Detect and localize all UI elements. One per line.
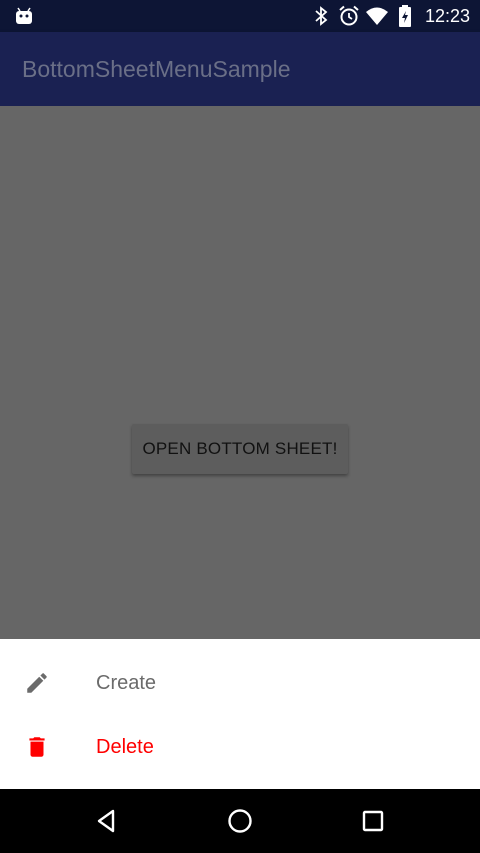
android-icon xyxy=(16,7,32,24)
status-time: 12:23 xyxy=(424,5,470,26)
menu-item-create-label: Create xyxy=(96,671,157,694)
wifi-icon xyxy=(365,7,388,25)
status-bar: 12:23 xyxy=(0,0,480,32)
battery-icon xyxy=(398,5,411,27)
menu-item-delete[interactable]: Delete xyxy=(0,715,480,779)
recent-apps-icon[interactable] xyxy=(359,807,387,835)
back-icon[interactable] xyxy=(93,807,121,835)
menu-item-delete-label: Delete xyxy=(96,735,154,758)
app-bar: BottomSheetMenuSample xyxy=(0,32,480,106)
pencil-icon xyxy=(27,673,47,693)
home-icon[interactable] xyxy=(226,807,254,835)
app-title: BottomSheetMenuSample xyxy=(22,56,291,82)
alarm-icon xyxy=(339,5,359,26)
bluetooth-icon xyxy=(315,6,328,26)
trash-icon xyxy=(29,737,45,757)
status-icons: 12:23 xyxy=(305,0,470,32)
main-content-scrim[interactable]: OPEN BOTTOM SHEET! xyxy=(0,106,480,639)
bottom-sheet: Create Delete xyxy=(0,639,480,789)
navigation-bar xyxy=(0,789,480,853)
open-bottom-sheet-button[interactable]: OPEN BOTTOM SHEET! xyxy=(132,424,348,474)
menu-item-create[interactable]: Create xyxy=(0,651,480,715)
